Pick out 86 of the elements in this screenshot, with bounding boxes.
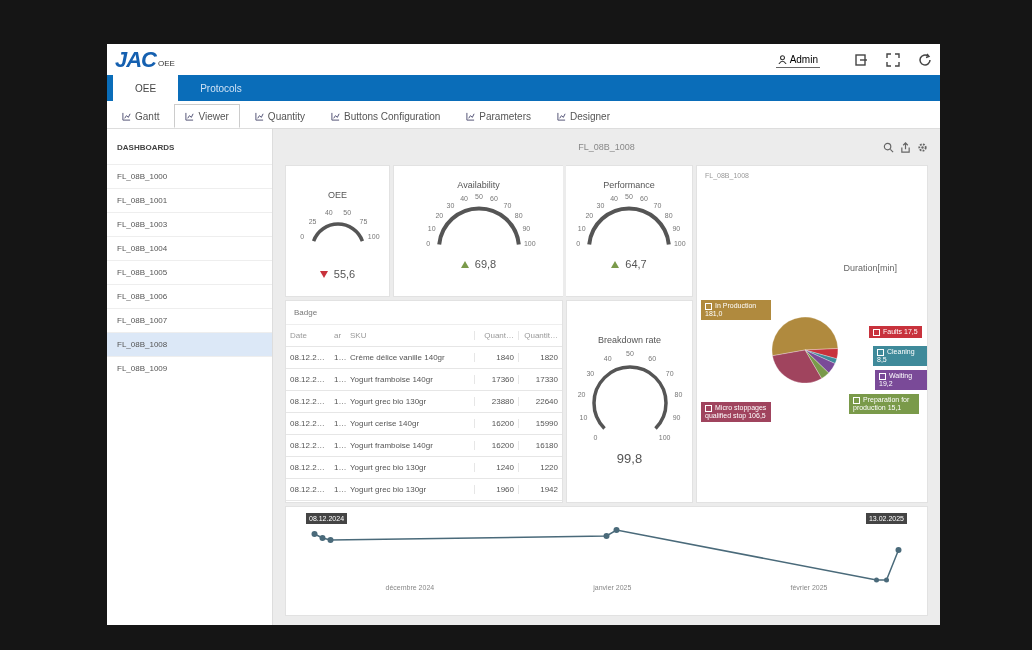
table-cell-text: 1… (333, 397, 346, 406)
table-cell: 1820 (518, 353, 562, 362)
user-button[interactable]: Admin (775, 51, 820, 68)
tab-icon (122, 111, 131, 121)
dashboard-item[interactable]: FL_08B_1006 (107, 284, 272, 308)
table-cell-text: 08.12.2… (289, 419, 326, 428)
table-cell-text: Yogurt grec bio 130gr (349, 397, 428, 406)
table-cell-text: 1… (333, 485, 346, 494)
tab[interactable]: OEE (113, 75, 179, 101)
table-cell-text: 1… (333, 353, 346, 362)
table-cell: 17360 (474, 375, 518, 384)
dashboard-item[interactable]: FL_08B_1001 (107, 188, 272, 212)
legend-swatch (705, 404, 712, 412)
table-cell-text: 08.12.2… (289, 441, 326, 450)
sidebar-heading: DASHBOARDS (116, 142, 176, 154)
gauge-title: Availability (457, 180, 500, 190)
table-cell: 17330 (518, 375, 562, 384)
dashboard-item[interactable]: FL_08B_1003 (107, 212, 272, 236)
table-cell-text: 08.12.2… (289, 375, 326, 384)
legend-swatch (877, 348, 884, 356)
table-cell-text: Yogurt grec bio 130gr (349, 485, 428, 494)
table-cell-text: 08.12.2… (289, 397, 326, 406)
app-name: OEE (158, 59, 175, 68)
dashboard-item[interactable]: FL_08B_1009 (107, 356, 272, 380)
table-cell: 1960 (474, 485, 518, 494)
table-cell-text: 1… (333, 463, 346, 472)
gauge-scale (311, 222, 364, 242)
legend-swatch (873, 328, 880, 336)
fullscreen-icon[interactable] (886, 52, 900, 67)
gauge-value: 99,8 (616, 451, 643, 466)
view-tab[interactable]: Viewer (174, 104, 240, 128)
table-cell-text: Yogurt cerise 140gr (349, 419, 421, 428)
table-cell: 15990 (518, 419, 562, 428)
table-cell-text: 1… (333, 441, 346, 450)
table-cell: 1220 (518, 463, 562, 472)
chart-title: Duration[min] (842, 262, 898, 273)
table-cell: 1942 (518, 485, 562, 494)
legend-swatch (705, 302, 712, 310)
table-cell: 1240 (474, 463, 518, 472)
dashboard-item[interactable]: FL_08B_1004 (107, 236, 272, 260)
dashboard-item[interactable]: FL_08B_1008 (107, 332, 272, 356)
gauge-value: 69,8 (474, 258, 497, 270)
tab-icon (254, 111, 264, 121)
dashboard-item[interactable]: FL_08B_1000 (107, 164, 272, 188)
dashboard-title: FL_08B_1008 (578, 142, 635, 152)
settings-icon[interactable] (917, 141, 928, 153)
view-tab[interactable]: Parameters (455, 104, 542, 128)
table-cell-text: 1… (333, 375, 346, 384)
gauge-title: Breakdown rate (597, 335, 661, 345)
table-cell-text: Yogurt grec bio 130gr (349, 463, 428, 472)
gauge-value: 64,7 (625, 258, 647, 270)
table-cell-text: 08.12.2… (289, 485, 326, 494)
legend-swatch (879, 372, 886, 380)
view-tab[interactable]: Quantity (243, 104, 317, 128)
tab-icon (466, 111, 476, 121)
table-cell-text: Crème délice vanille 140gr (349, 353, 446, 362)
table-cell-text: Yogurt framboise 140gr (349, 441, 434, 450)
view-tab[interactable]: Designer (545, 104, 621, 128)
search-icon[interactable] (883, 141, 894, 153)
logo: JAC (115, 46, 156, 73)
tab-icon (185, 111, 195, 121)
table-cell-text: 08.12.2… (289, 353, 326, 362)
table-title: Badge (286, 301, 562, 325)
table-cell: 16180 (518, 441, 562, 450)
dashboard-item[interactable]: FL_08B_1005 (107, 260, 272, 284)
exit-icon[interactable] (854, 52, 868, 67)
gauge-title: Performance (603, 180, 655, 190)
table-cell: 22640 (518, 397, 562, 406)
table-cell: 16200 (474, 441, 518, 450)
view-tab[interactable]: Buttons Configuration (320, 104, 452, 128)
legend-swatch (853, 396, 860, 404)
table-cell: 23880 (474, 397, 518, 406)
table-cell-text: Yogurt framboise 140gr (349, 375, 434, 384)
gauge-title: OEE (328, 190, 347, 200)
view-tab[interactable]: Gantt (111, 104, 171, 128)
person-icon (777, 54, 787, 64)
table-cell-text: 1… (333, 419, 346, 428)
tab[interactable]: Protocols (178, 75, 264, 101)
tab-icon (331, 111, 341, 121)
gauge-value: 55,6 (333, 268, 356, 280)
table-cell: 16200 (474, 419, 518, 428)
refresh-icon[interactable] (918, 52, 932, 67)
share-icon[interactable] (900, 141, 911, 153)
tab-icon (556, 111, 566, 121)
table-cell: 1840 (474, 353, 518, 362)
table-cell-text: 08.12.2… (289, 463, 326, 472)
